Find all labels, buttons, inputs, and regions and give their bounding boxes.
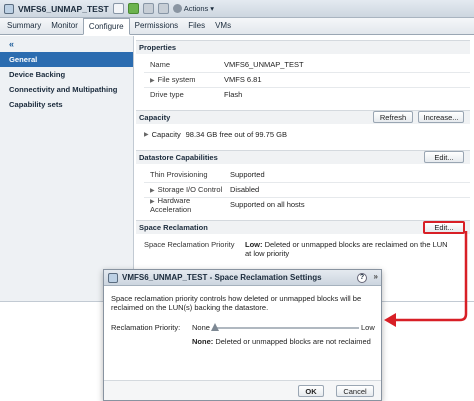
expand-icon[interactable]: » bbox=[374, 272, 378, 281]
capability-row-thin: Thin Provisioning Supported bbox=[144, 168, 265, 181]
dialog-title: VMFS6_UNMAP_TEST - Space Reclamation Set… bbox=[122, 273, 322, 282]
expand-triangle-icon: ▶ bbox=[144, 132, 149, 138]
space-reclamation-dialog: VMFS6_UNMAP_TEST - Space Reclamation Set… bbox=[103, 269, 382, 401]
capability-label: Hardware Acceleration bbox=[150, 195, 192, 214]
priority-slider-track[interactable] bbox=[215, 327, 359, 329]
capability-value: Supported bbox=[230, 170, 265, 179]
property-value: VMFS6_UNMAP_TEST bbox=[224, 60, 304, 69]
capability-label: Thin Provisioning bbox=[150, 170, 208, 179]
browse-files-icon[interactable] bbox=[142, 3, 154, 14]
capability-value: Supported on all hosts bbox=[230, 200, 305, 209]
reclamation-priority-row: Reclamation Priority: None Low bbox=[111, 321, 375, 333]
property-label: Name bbox=[150, 60, 171, 69]
dialog-footer: OK Cancel bbox=[104, 380, 381, 400]
priority-note-level: None: bbox=[192, 337, 214, 346]
capabilities-edit-button[interactable]: Edit... bbox=[424, 151, 464, 163]
expand-triangle-icon: ▶ bbox=[150, 78, 155, 84]
property-value: VMFS 6.81 bbox=[224, 75, 262, 84]
capability-label: Storage I/O Control bbox=[157, 185, 223, 194]
dialog-titlebar[interactable]: VMFS6_UNMAP_TEST - Space Reclamation Set… bbox=[104, 270, 381, 286]
gear-icon bbox=[172, 4, 182, 13]
settings-icon[interactable] bbox=[157, 3, 169, 14]
property-label: Drive type bbox=[150, 90, 184, 99]
capability-row-sioc[interactable]: ▶ Storage I/O Control Disabled bbox=[144, 183, 259, 196]
slider-min-label: None bbox=[192, 322, 210, 332]
capacity-label: Capacity bbox=[151, 130, 181, 139]
reclamation-priority-label: Space Reclamation Priority bbox=[144, 240, 235, 249]
priority-level: Low: bbox=[245, 240, 263, 249]
property-row-name: Name VMFS6_UNMAP_TEST bbox=[144, 58, 304, 71]
priority-note: None: Deleted or unmapped blocks are not… bbox=[192, 337, 371, 346]
tab-vms[interactable]: VMs bbox=[210, 18, 236, 34]
tab-bar: Summary Monitor Configure Permissions Fi… bbox=[0, 18, 474, 35]
property-value: Flash bbox=[224, 90, 243, 99]
capacity-value: 98.34 GB free out of 99.75 GB bbox=[185, 130, 287, 139]
tab-permissions[interactable]: Permissions bbox=[130, 18, 184, 34]
tab-monitor[interactable]: Monitor bbox=[46, 18, 83, 34]
capacity-row[interactable]: ▶ Capacity 98.34 GB free out of 99.75 GB bbox=[144, 128, 287, 141]
properties-heading: Properties bbox=[136, 40, 470, 54]
sidebar-item-capability-sets[interactable]: Capability sets bbox=[0, 97, 133, 112]
expand-triangle-icon: ▶ bbox=[150, 188, 155, 194]
actions-menu[interactable]: Actions ▾ bbox=[172, 4, 215, 13]
property-label: File system bbox=[157, 75, 196, 84]
datastore-icon bbox=[4, 3, 14, 14]
slider-max-label: Low bbox=[361, 322, 375, 332]
dialog-description: Space reclamation priority controls how … bbox=[111, 294, 362, 312]
help-icon[interactable]: ? bbox=[357, 273, 367, 283]
reclamation-priority-label: Reclamation Priority: bbox=[111, 322, 181, 332]
capability-row-hw-accel[interactable]: ▶ Hardware Acceleration Supported on all … bbox=[144, 195, 305, 214]
property-row-file-system[interactable]: ▶ File system VMFS 6.81 bbox=[144, 73, 262, 86]
sidebar-item-device-backing[interactable]: Device Backing bbox=[0, 67, 133, 82]
actions-label: Actions bbox=[183, 4, 209, 13]
priority-note-text: Deleted or unmapped blocks are not recla… bbox=[213, 337, 371, 346]
ok-button[interactable]: OK bbox=[298, 385, 324, 397]
reclamation-edit-button[interactable]: Edit... bbox=[423, 221, 465, 234]
priority-slider-thumb[interactable] bbox=[211, 323, 219, 331]
refresh-button[interactable]: Refresh bbox=[373, 111, 413, 123]
sidebar-item-general[interactable]: General bbox=[0, 52, 133, 67]
cancel-button[interactable]: Cancel bbox=[336, 385, 374, 397]
object-title: VMFS6_UNMAP_TEST bbox=[18, 3, 109, 14]
datastore-icon bbox=[108, 272, 118, 283]
refresh-icon[interactable] bbox=[112, 3, 124, 14]
property-row-drive-type: Drive type Flash bbox=[144, 88, 242, 101]
priority-description: Deleted or unmapped blocks are reclaimed… bbox=[245, 240, 448, 258]
chevron-down-icon: ▾ bbox=[210, 4, 215, 13]
new-vm-icon[interactable] bbox=[127, 3, 139, 14]
sidebar-item-connectivity[interactable]: Connectivity and Multipathing bbox=[0, 82, 133, 97]
tab-files[interactable]: Files bbox=[183, 18, 210, 34]
reclamation-priority-row: Space Reclamation Priority Low: Deleted … bbox=[144, 240, 451, 262]
reclamation-heading: Space Reclamation bbox=[136, 220, 470, 234]
collapse-sidebar-icon[interactable]: « bbox=[0, 36, 133, 52]
configure-sidebar: « General Device Backing Connectivity an… bbox=[0, 36, 134, 301]
object-titlebar: VMFS6_UNMAP_TEST Actions ▾ bbox=[0, 0, 474, 18]
tab-configure[interactable]: Configure bbox=[82, 18, 130, 35]
tab-summary[interactable]: Summary bbox=[2, 18, 46, 34]
capabilities-heading: Datastore Capabilities bbox=[136, 150, 470, 164]
capability-value: Disabled bbox=[230, 185, 260, 194]
general-panel: Properties Name VMFS6_UNMAP_TEST ▶ File s… bbox=[136, 36, 474, 301]
reclamation-priority-value: Low: Deleted or unmapped blocks are recl… bbox=[245, 240, 451, 258]
increase-button[interactable]: Increase... bbox=[418, 111, 464, 123]
